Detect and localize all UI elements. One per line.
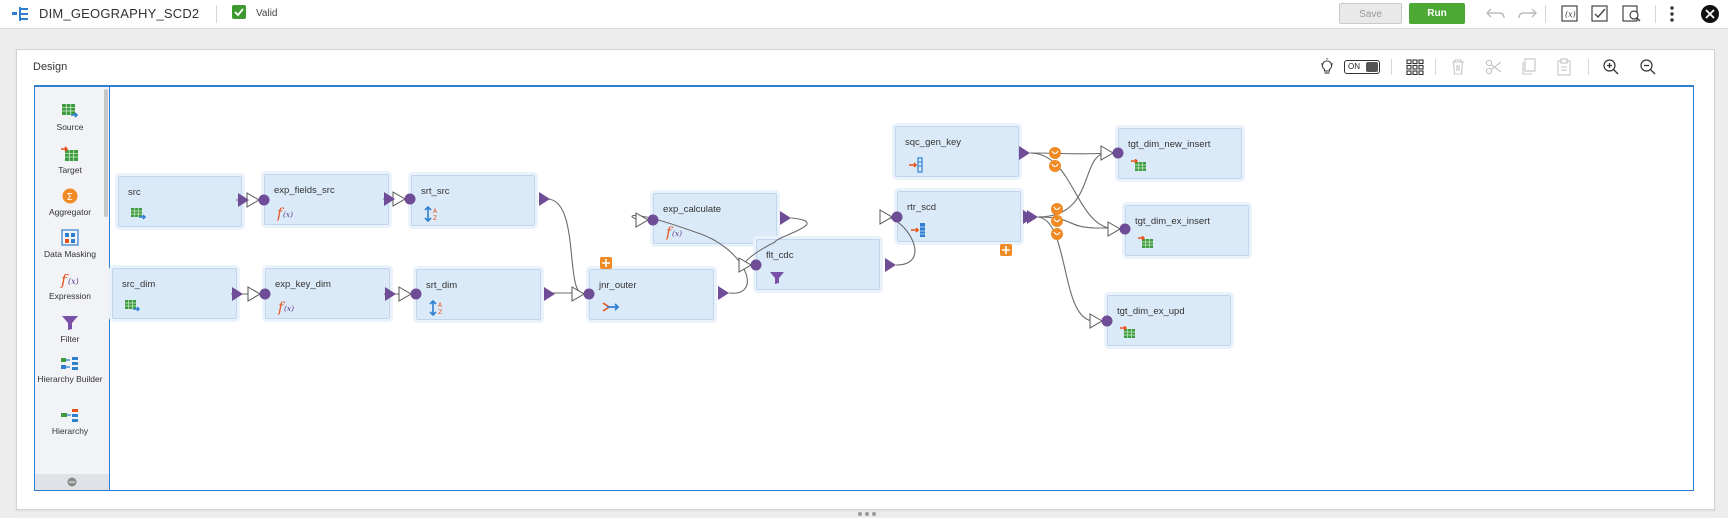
mapping-icon [12,7,28,21]
output-ports [232,146,1038,301]
run-button[interactable]: Run [1409,3,1465,24]
zoom-out-icon[interactable] [1639,58,1657,76]
validation-status: Valid [256,8,278,19]
cut-icon[interactable] [1485,58,1503,76]
undo-icon[interactable] [1486,6,1506,20]
link-rtr-scd-tgt-new[interactable] [1037,152,1111,218]
port-out-srt-src[interactable] [539,192,550,206]
copy-icon[interactable] [1521,58,1537,76]
paste-icon[interactable] [1556,58,1572,76]
group-markers [600,244,1012,269]
port-out-srt-dim[interactable] [544,287,555,301]
port-in-srt-dim[interactable] [398,286,422,302]
top-bar: DIM_GEOGRAPHY_SCD2 Valid Save Run (x) [0,0,1728,29]
toggle-knob [1366,62,1378,72]
port-in-jnr-outer[interactable] [571,286,595,302]
mapping-title: DIM_GEOGRAPHY_SCD2 [39,6,200,21]
recommendation-toggle[interactable]: ON [1344,60,1380,74]
port-out-exp-key-dim[interactable] [385,287,396,301]
save-button[interactable]: Save [1339,3,1402,24]
port-in-exp-fields-src[interactable] [246,192,270,208]
mapping-canvas[interactable]: Source Target Σ Aggregator Data Masking … [34,85,1694,491]
badge-icon[interactable] [1051,228,1063,240]
group-marker-jnr[interactable] [600,257,612,269]
design-panel: Design ON Source Target Σ Aggregator Dat… [16,49,1715,510]
divider [1391,59,1392,75]
badge-icon[interactable] [1049,147,1061,159]
divider [216,5,217,23]
badge-icon[interactable] [1049,160,1061,172]
divider [1588,59,1589,75]
divider [1545,5,1546,23]
input-ports [246,145,1131,329]
divider [1435,59,1436,75]
port-out-exp-calculate[interactable] [780,211,791,225]
port-in-exp-calculate[interactable] [635,212,659,228]
link-rtr-scd-tgt-ex-upd[interactable] [1037,216,1100,322]
more-options-icon[interactable] [1669,5,1675,23]
port-out-jnr-outer[interactable] [718,286,729,300]
badge-icon[interactable] [1051,215,1063,227]
link-sqc-gen-key-tgt-new[interactable] [1029,152,1112,155]
preview-icon[interactable] [1622,5,1642,23]
port-in-flt-cdc[interactable] [738,257,762,273]
port-out-rtr-scd-2[interactable] [1027,210,1038,224]
group-marker-rtr[interactable] [1000,244,1012,256]
validate-icon[interactable] [1591,5,1609,23]
recommendation-bulb-icon[interactable] [1320,58,1334,76]
resize-handle-icon[interactable] [857,511,877,517]
links [231,152,1118,322]
link-srt-src-jnr-outer[interactable] [546,198,584,295]
grid-layout-icon[interactable] [1406,59,1424,75]
valid-check-icon [232,5,246,19]
links-layer [231,145,1131,329]
link-exp-calculate-flt-cdc[interactable] [744,217,808,266]
redo-icon[interactable] [1517,6,1537,20]
delete-icon[interactable] [1450,58,1466,76]
design-panel-title: Design [33,61,68,73]
port-out-sqc-gen-key[interactable] [1019,146,1030,160]
port-in-tgt-ex-upd[interactable] [1089,313,1113,329]
close-icon[interactable] [1700,4,1720,24]
port-in-exp-key-dim[interactable] [247,286,271,302]
toggle-label: ON [1348,62,1360,71]
link-jnr-outer-exp-calculate[interactable] [631,214,748,294]
port-out-flt-cdc[interactable] [885,258,896,272]
link-flt-cdc-rtr-scd[interactable] [882,216,916,266]
port-in-srt-src[interactable] [392,191,416,207]
badge-icon[interactable] [1051,203,1063,215]
expression-editor-icon[interactable]: (x) [1561,5,1579,23]
port-in-rtr-scd[interactable] [879,209,903,225]
port-in-tgt-ex-insert[interactable] [1107,221,1131,237]
divider [1655,5,1656,23]
port-in-tgt-new[interactable] [1100,145,1124,161]
zoom-in-icon[interactable] [1602,58,1620,76]
svg-text:(x): (x) [1565,10,1576,19]
port-out-src-dim[interactable] [232,287,243,301]
